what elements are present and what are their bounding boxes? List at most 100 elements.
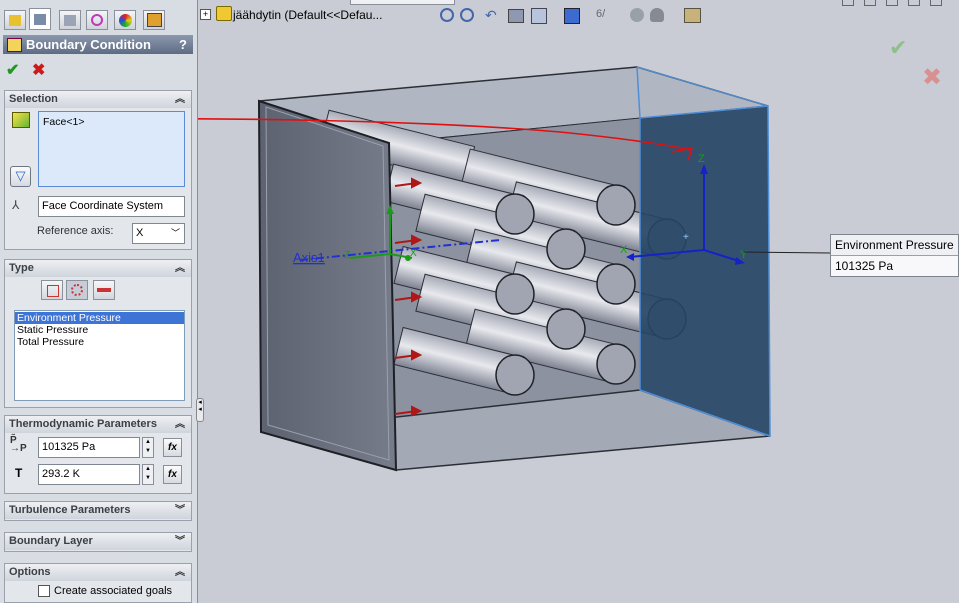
svg-text:Y: Y xyxy=(740,249,748,261)
apply-scene-icon[interactable] xyxy=(650,8,664,22)
property-icon xyxy=(34,13,46,25)
configuration-icon xyxy=(64,14,76,26)
reference-axis-select[interactable]: X ﹀ xyxy=(132,223,185,244)
wall-icon xyxy=(97,288,111,292)
inlet-type-button[interactable] xyxy=(41,280,63,300)
temperature-spinner[interactable]: ▲ ▼ xyxy=(142,464,154,485)
expand-chevron-icon[interactable]: ︾ xyxy=(175,533,185,550)
axis1-label: Axis1 xyxy=(293,250,325,265)
expand-tree-icon[interactable]: + xyxy=(200,9,211,20)
window-button[interactable] xyxy=(908,0,920,6)
ok-button[interactable]: ✔ xyxy=(6,60,19,80)
collapse-chevron-icon[interactable]: ︽ xyxy=(175,91,185,108)
box-left-face xyxy=(257,99,398,472)
window-button[interactable] xyxy=(930,0,942,6)
pressure-icon: P̃ →P xyxy=(10,435,27,454)
collapse-chevron-icon[interactable]: ︽ xyxy=(175,416,185,433)
coordinate-system-field[interactable]: Face Coordinate System xyxy=(38,196,185,217)
property-manager-title: Boundary Condition xyxy=(26,37,151,52)
tab-configuration-manager[interactable] xyxy=(59,10,81,30)
section-view-icon[interactable] xyxy=(508,9,524,23)
pressure-fx-button[interactable]: fx xyxy=(163,438,182,457)
face-icon xyxy=(12,112,30,128)
reference-axis-value: X xyxy=(136,227,144,239)
expand-chevron-icon[interactable]: ︾ xyxy=(175,502,185,519)
confirm-corner-cancel[interactable]: ✖ xyxy=(922,64,942,91)
pressure-callout: Environment Pressure 101325 Pa xyxy=(830,234,959,277)
manager-tabs xyxy=(0,8,197,32)
type-options-list[interactable]: Environment Pressure Static Pressure Tot… xyxy=(14,310,185,401)
chevron-down-icon: ﹀ xyxy=(170,228,180,238)
color-wheel-icon xyxy=(118,13,132,27)
tab-flow-analysis[interactable] xyxy=(143,10,165,30)
zoom-to-fit-icon[interactable] xyxy=(440,8,454,22)
flow-simulation-icon xyxy=(146,13,162,27)
window-button[interactable] xyxy=(886,0,898,6)
boundary-condition-icon xyxy=(7,37,22,52)
turbulence-group[interactable]: Turbulence Parameters ︾ xyxy=(4,501,192,521)
zoom-to-area-icon[interactable] xyxy=(460,8,474,22)
turbulence-group-header[interactable]: Turbulence Parameters ︾ xyxy=(5,502,191,519)
window-controls xyxy=(842,0,952,6)
window-button[interactable] xyxy=(864,0,876,6)
help-button[interactable]: ? xyxy=(179,37,187,52)
temperature-label: T xyxy=(15,466,23,480)
hide-show-icon[interactable]: 6/ xyxy=(596,8,612,20)
svg-text:Z: Z xyxy=(344,250,350,261)
panel-splitter-handle[interactable]: ◂ ◂ xyxy=(196,398,204,422)
pressure-opening-button[interactable] xyxy=(66,280,88,300)
property-manager: Boundary Condition ? ✔ ✖ Selection ︽ Face… xyxy=(0,0,204,603)
boundary-layer-group-header[interactable]: Boundary Layer ︾ xyxy=(5,533,191,550)
selection-group-header[interactable]: Selection ︽ xyxy=(5,91,191,108)
crosshair-icon xyxy=(91,14,103,26)
part-icon xyxy=(216,6,232,21)
tab-display-manager[interactable] xyxy=(114,10,136,30)
create-goals-label: Create associated goals xyxy=(54,585,173,597)
list-item[interactable]: Static Pressure xyxy=(15,324,184,336)
feature-tree-icon xyxy=(9,14,21,26)
display-style-icon[interactable] xyxy=(564,8,580,24)
reference-axis-label: Reference axis: xyxy=(37,225,114,237)
window-button[interactable] xyxy=(842,0,854,6)
temperature-field[interactable]: 293.2 K xyxy=(38,464,140,485)
view-orientation-icon[interactable] xyxy=(531,8,547,24)
options-group: Options ︽ xyxy=(4,563,192,603)
thermodynamic-group-header[interactable]: Thermodynamic Parameters ︽ xyxy=(5,416,191,433)
list-item[interactable]: Face<1> xyxy=(39,116,184,128)
options-group-header[interactable]: Options ︽ xyxy=(5,564,191,581)
create-goals-checkbox[interactable] xyxy=(38,585,50,597)
pressure-spinner[interactable]: ▲ ▼ xyxy=(142,437,154,458)
svg-text:X: X xyxy=(620,244,628,256)
collapse-chevron-icon[interactable]: ︽ xyxy=(175,564,185,581)
inlet-icon xyxy=(47,285,59,297)
confirm-corner-ok[interactable]: ✔ xyxy=(889,35,907,60)
tab-feature-manager[interactable] xyxy=(4,10,26,30)
list-item[interactable]: Environment Pressure xyxy=(15,312,184,324)
property-manager-header: Boundary Condition ? xyxy=(3,35,193,54)
wall-type-button[interactable] xyxy=(93,280,115,300)
cancel-button[interactable]: ✖ xyxy=(32,60,45,80)
selected-faces-list[interactable]: Face<1> xyxy=(38,111,185,187)
temperature-fx-button[interactable]: fx xyxy=(163,465,182,484)
feature-tree-root-label[interactable]: jäähdytin (Default<<Defau... xyxy=(233,8,382,22)
tab-property-manager[interactable] xyxy=(29,8,51,30)
top-tab-strip xyxy=(350,0,455,5)
filter-button[interactable]: ▽ xyxy=(10,166,31,187)
edit-appearance-icon[interactable] xyxy=(630,8,644,22)
type-group-header[interactable]: Type ︽ xyxy=(5,260,191,277)
graphics-viewport[interactable]: Axis1 Z X Z X Y + ✔ ✖ xyxy=(198,0,959,603)
pressure-opening-icon xyxy=(71,284,83,296)
svg-text:+: + xyxy=(683,232,689,243)
pressure-field[interactable]: 101325 Pa xyxy=(38,437,140,458)
svg-text:Z: Z xyxy=(698,153,705,165)
boundary-layer-group[interactable]: Boundary Layer ︾ xyxy=(4,532,192,552)
selected-face[interactable] xyxy=(639,105,771,438)
view-settings-icon[interactable] xyxy=(684,8,701,23)
list-item[interactable]: Total Pressure xyxy=(15,336,184,348)
filter-icon: ▽ xyxy=(15,168,26,183)
collapse-chevron-icon[interactable]: ︽ xyxy=(175,260,185,277)
callout-value: 101325 Pa xyxy=(831,255,958,276)
previous-view-icon[interactable]: ↶ xyxy=(485,7,501,23)
coordinate-system-icon: ⅄ xyxy=(12,198,20,212)
tab-dimxpert[interactable] xyxy=(86,10,108,30)
